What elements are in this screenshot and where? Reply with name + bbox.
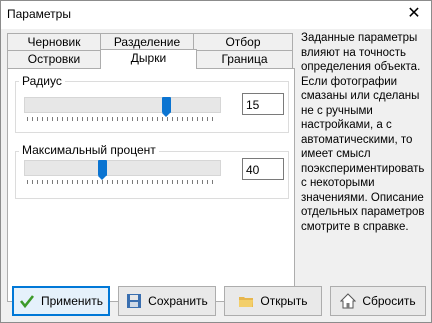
max-percent-slider-ticks — [27, 180, 216, 184]
reset-button[interactable]: Сбросить — [330, 286, 426, 316]
max-percent-label: Максимальный процент — [19, 143, 159, 157]
title-bar: Параметры ✕ — [1, 1, 431, 29]
radius-slider-thumb[interactable] — [161, 97, 171, 117]
tab-ostrovki[interactable]: Островки — [7, 50, 101, 69]
radius-slider-track[interactable] — [24, 97, 221, 113]
save-button[interactable]: Сохранить — [118, 286, 216, 316]
reset-button-label: Сбросить — [362, 294, 416, 308]
tab-panel: Радиус 15 Максимальный процент 40 — [7, 68, 295, 302]
radius-slider-ticks — [27, 117, 216, 121]
apply-button-label: Применить — [40, 294, 103, 308]
help-text: Заданные параметры влияют на точность оп… — [301, 32, 425, 233]
radius-label: Радиус — [19, 74, 65, 88]
open-button-label: Открыть — [260, 294, 308, 308]
radius-input[interactable]: 15 — [242, 93, 284, 115]
tab-granitsa[interactable]: Граница — [196, 50, 293, 69]
tab-dyrki[interactable]: Дырки — [100, 49, 197, 69]
max-percent-slider-track[interactable] — [24, 160, 221, 176]
home-icon — [340, 293, 357, 309]
max-percent-slider-thumb[interactable] — [98, 160, 108, 180]
save-button-label: Сохранить — [148, 294, 208, 308]
open-button[interactable]: Открыть — [224, 286, 322, 316]
parameters-dialog: Параметры ✕ Черновик Разделение Отбор Ос… — [0, 0, 432, 323]
max-percent-input[interactable]: 40 — [242, 158, 284, 180]
close-icon[interactable]: ✕ — [405, 5, 423, 23]
checkmark-icon — [19, 295, 34, 309]
apply-button[interactable]: Применить — [12, 286, 110, 316]
window-title: Параметры — [7, 7, 71, 21]
folder-icon — [239, 297, 254, 307]
floppy-icon — [127, 294, 142, 308]
